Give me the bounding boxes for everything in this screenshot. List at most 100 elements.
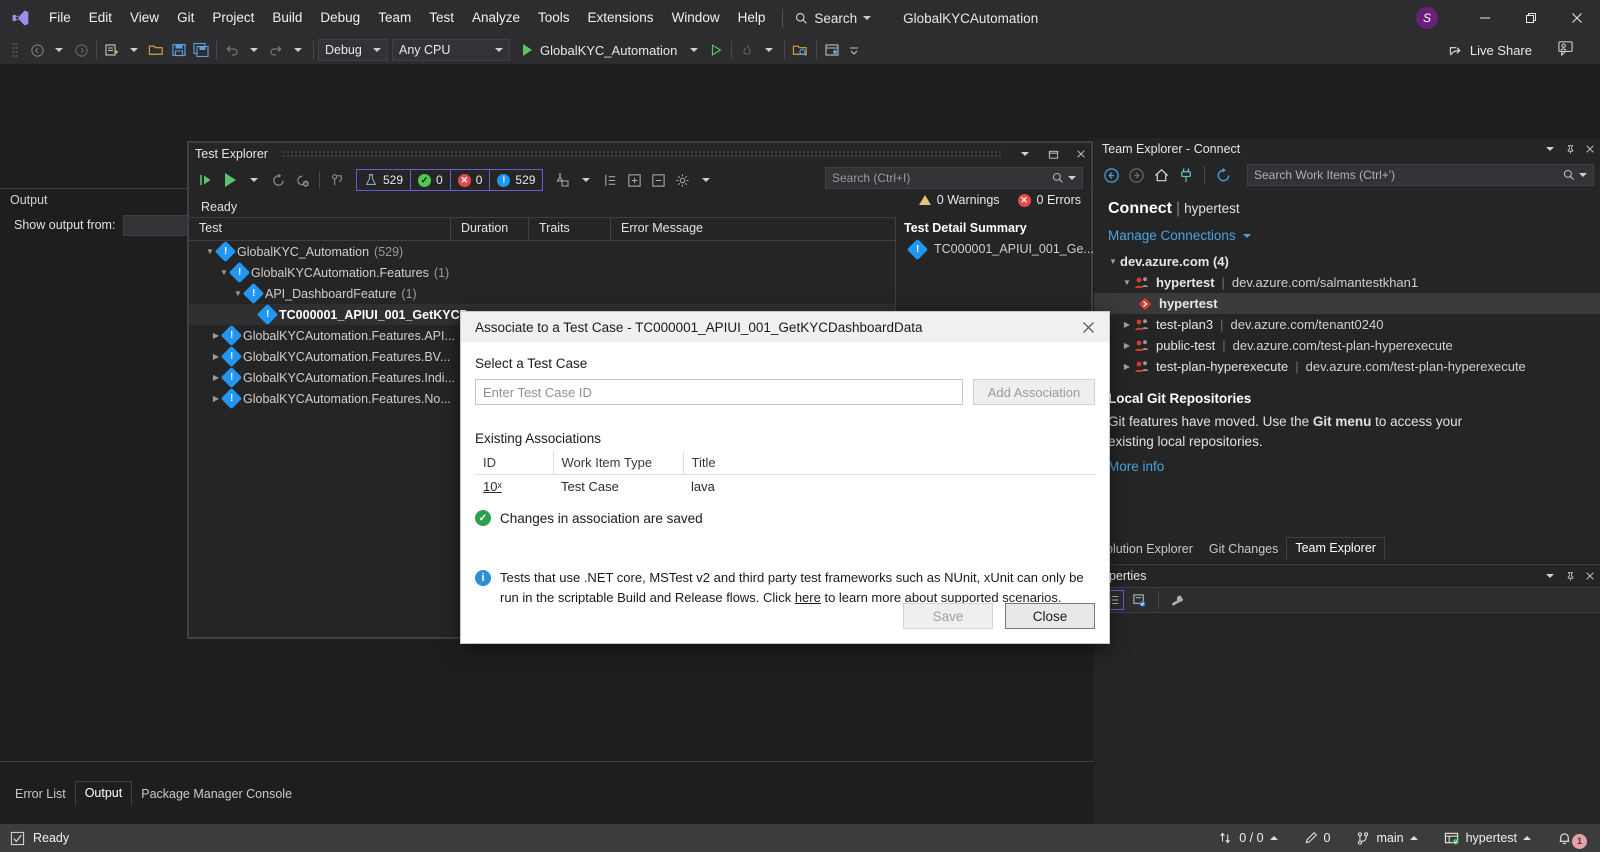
- expand-arrow-icon[interactable]: ▼: [1120, 278, 1134, 287]
- repository-selector[interactable]: hypertest: [1431, 824, 1544, 852]
- save-button[interactable]: Save: [903, 603, 993, 629]
- back-arrow-icon[interactable]: [1100, 164, 1122, 186]
- more-info-link[interactable]: More info: [1094, 451, 1600, 474]
- column-duration[interactable]: Duration: [451, 218, 529, 242]
- home-icon[interactable]: [1150, 164, 1172, 186]
- save-icon[interactable]: [168, 38, 190, 62]
- menu-item-tools[interactable]: Tools: [529, 0, 579, 36]
- close-icon[interactable]: [1554, 0, 1600, 36]
- test-case-id-input[interactable]: Enter Test Case ID: [475, 379, 963, 405]
- navigate-back-dropdown[interactable]: [48, 38, 70, 62]
- stat-total[interactable]: 529: [357, 170, 411, 190]
- solution-explorer-search-icon[interactable]: [789, 38, 812, 62]
- minimize-icon[interactable]: [1462, 0, 1508, 36]
- column-traits[interactable]: Traits: [529, 218, 611, 242]
- collapse-arrow-icon[interactable]: ▶: [1120, 362, 1134, 371]
- expand-arrow-icon[interactable]: ▼: [1106, 257, 1120, 266]
- run-tests-icon[interactable]: [219, 169, 241, 191]
- live-share-button[interactable]: Live Share: [1448, 39, 1532, 61]
- menu-item-git[interactable]: Git: [168, 0, 203, 36]
- attach-process-icon[interactable]: [705, 38, 727, 62]
- navigate-forward-icon[interactable]: [70, 38, 92, 62]
- expand-all-icon[interactable]: [623, 169, 645, 191]
- group-by-icon[interactable]: [551, 169, 573, 191]
- global-search-button[interactable]: Search: [791, 5, 875, 31]
- pin-icon[interactable]: [1560, 139, 1580, 159]
- refresh-icon[interactable]: [1212, 164, 1234, 186]
- maximize-icon[interactable]: [1043, 144, 1063, 164]
- stat-failed[interactable]: ✕ 0: [451, 170, 491, 190]
- menu-item-file[interactable]: File: [40, 0, 80, 36]
- close-icon[interactable]: [1071, 144, 1091, 164]
- menu-item-test[interactable]: Test: [420, 0, 463, 36]
- tree-item-project-collection[interactable]: ▶ test-plan3 | dev.azure.com/tenant0240: [1094, 314, 1600, 335]
- run-tests-dropdown-icon[interactable]: [243, 169, 265, 191]
- startup-project-dropdown[interactable]: [683, 38, 705, 62]
- close-icon[interactable]: [1580, 566, 1600, 586]
- add-association-button[interactable]: Add Association: [973, 379, 1095, 405]
- column-title[interactable]: Title: [683, 452, 1095, 475]
- test-detail-test-name-row[interactable]: ! TC000001_APIUI_001_Ge...: [896, 235, 1091, 257]
- tab-team-explorer[interactable]: Team Explorer: [1286, 537, 1385, 560]
- column-work-item-type[interactable]: Work Item Type: [553, 452, 683, 475]
- menu-item-team[interactable]: Team: [369, 0, 420, 36]
- chevron-down-icon[interactable]: [1015, 144, 1035, 164]
- tab-error-list[interactable]: Error List: [6, 783, 75, 806]
- warnings-count[interactable]: 0 Warnings: [919, 193, 1000, 207]
- properties-window-icon[interactable]: [821, 38, 843, 62]
- wrench-icon[interactable]: [1167, 590, 1189, 610]
- close-icon[interactable]: [1580, 139, 1600, 159]
- send-feedback-icon[interactable]: [1557, 40, 1574, 57]
- navigate-back-icon[interactable]: [26, 38, 48, 62]
- redo-dropdown[interactable]: [287, 38, 309, 62]
- new-project-dropdown[interactable]: [123, 38, 145, 62]
- menu-item-view[interactable]: View: [121, 0, 168, 36]
- menu-item-help[interactable]: Help: [729, 0, 775, 36]
- test-explorer-search[interactable]: Search (Ctrl+I): [825, 167, 1083, 189]
- cancel-run-icon[interactable]: [291, 169, 313, 191]
- gear-icon[interactable]: [671, 169, 693, 191]
- tab-git-changes[interactable]: Git Changes: [1201, 539, 1286, 560]
- menu-item-debug[interactable]: Debug: [311, 0, 369, 36]
- redo-icon[interactable]: [265, 38, 287, 62]
- close-button[interactable]: Close: [1005, 603, 1095, 629]
- tree-item-project-collection[interactable]: ▼ hypertest | dev.azure.com/salmantestkh…: [1094, 272, 1600, 293]
- tab-package-manager-console[interactable]: Package Manager Console: [132, 783, 301, 806]
- toolbar-overflow-icon[interactable]: [843, 38, 865, 62]
- new-project-icon[interactable]: [101, 38, 123, 62]
- hot-reload-icon[interactable]: [736, 38, 758, 62]
- hot-reload-dropdown[interactable]: [758, 38, 780, 62]
- open-file-icon[interactable]: [145, 38, 168, 62]
- menu-item-edit[interactable]: Edit: [80, 0, 121, 36]
- properties-page-icon[interactable]: [1128, 590, 1150, 610]
- run-all-tests-icon[interactable]: [195, 169, 217, 191]
- menu-item-analyze[interactable]: Analyze: [463, 0, 529, 36]
- collapse-arrow-icon[interactable]: ▶: [1120, 320, 1134, 329]
- search-work-items-input[interactable]: Search Work Items (Ctrl+'): [1247, 164, 1594, 186]
- gear-dropdown-icon[interactable]: [695, 169, 717, 191]
- run-play-icon[interactable]: [516, 38, 538, 62]
- work-item-link[interactable]: 10ˣ: [483, 479, 502, 494]
- close-icon[interactable]: [1067, 312, 1109, 342]
- save-all-icon[interactable]: [190, 38, 212, 62]
- notifications[interactable]: 1: [1544, 824, 1600, 852]
- menu-item-extensions[interactable]: Extensions: [579, 0, 663, 36]
- manage-connections-link[interactable]: Manage Connections: [1094, 218, 1600, 243]
- branch-selector[interactable]: main: [1343, 824, 1430, 852]
- column-id[interactable]: ID: [475, 452, 553, 475]
- column-test[interactable]: Test: [189, 218, 451, 242]
- tree-item-project-selected[interactable]: hypertest: [1094, 293, 1600, 314]
- plug-connect-icon[interactable]: [1175, 164, 1197, 186]
- collapse-arrow-icon[interactable]: ▶: [1120, 341, 1134, 350]
- platform-dropdown[interactable]: Any CPU: [392, 39, 510, 61]
- menu-item-project[interactable]: Project: [203, 0, 263, 36]
- repeat-last-run-icon[interactable]: [267, 169, 289, 191]
- tree-item-server[interactable]: ▼ dev.azure.com (4): [1094, 251, 1600, 272]
- collapse-all-icon[interactable]: [647, 169, 669, 191]
- filter-icon[interactable]: [326, 169, 348, 191]
- stat-not-run[interactable]: ! 529: [490, 170, 542, 190]
- configuration-dropdown[interactable]: Debug: [318, 39, 388, 61]
- tree-item-project-collection[interactable]: ▶ public-test | dev.azure.com/test-plan-…: [1094, 335, 1600, 356]
- pin-icon[interactable]: [1560, 566, 1580, 586]
- tab-output[interactable]: Output: [75, 781, 133, 806]
